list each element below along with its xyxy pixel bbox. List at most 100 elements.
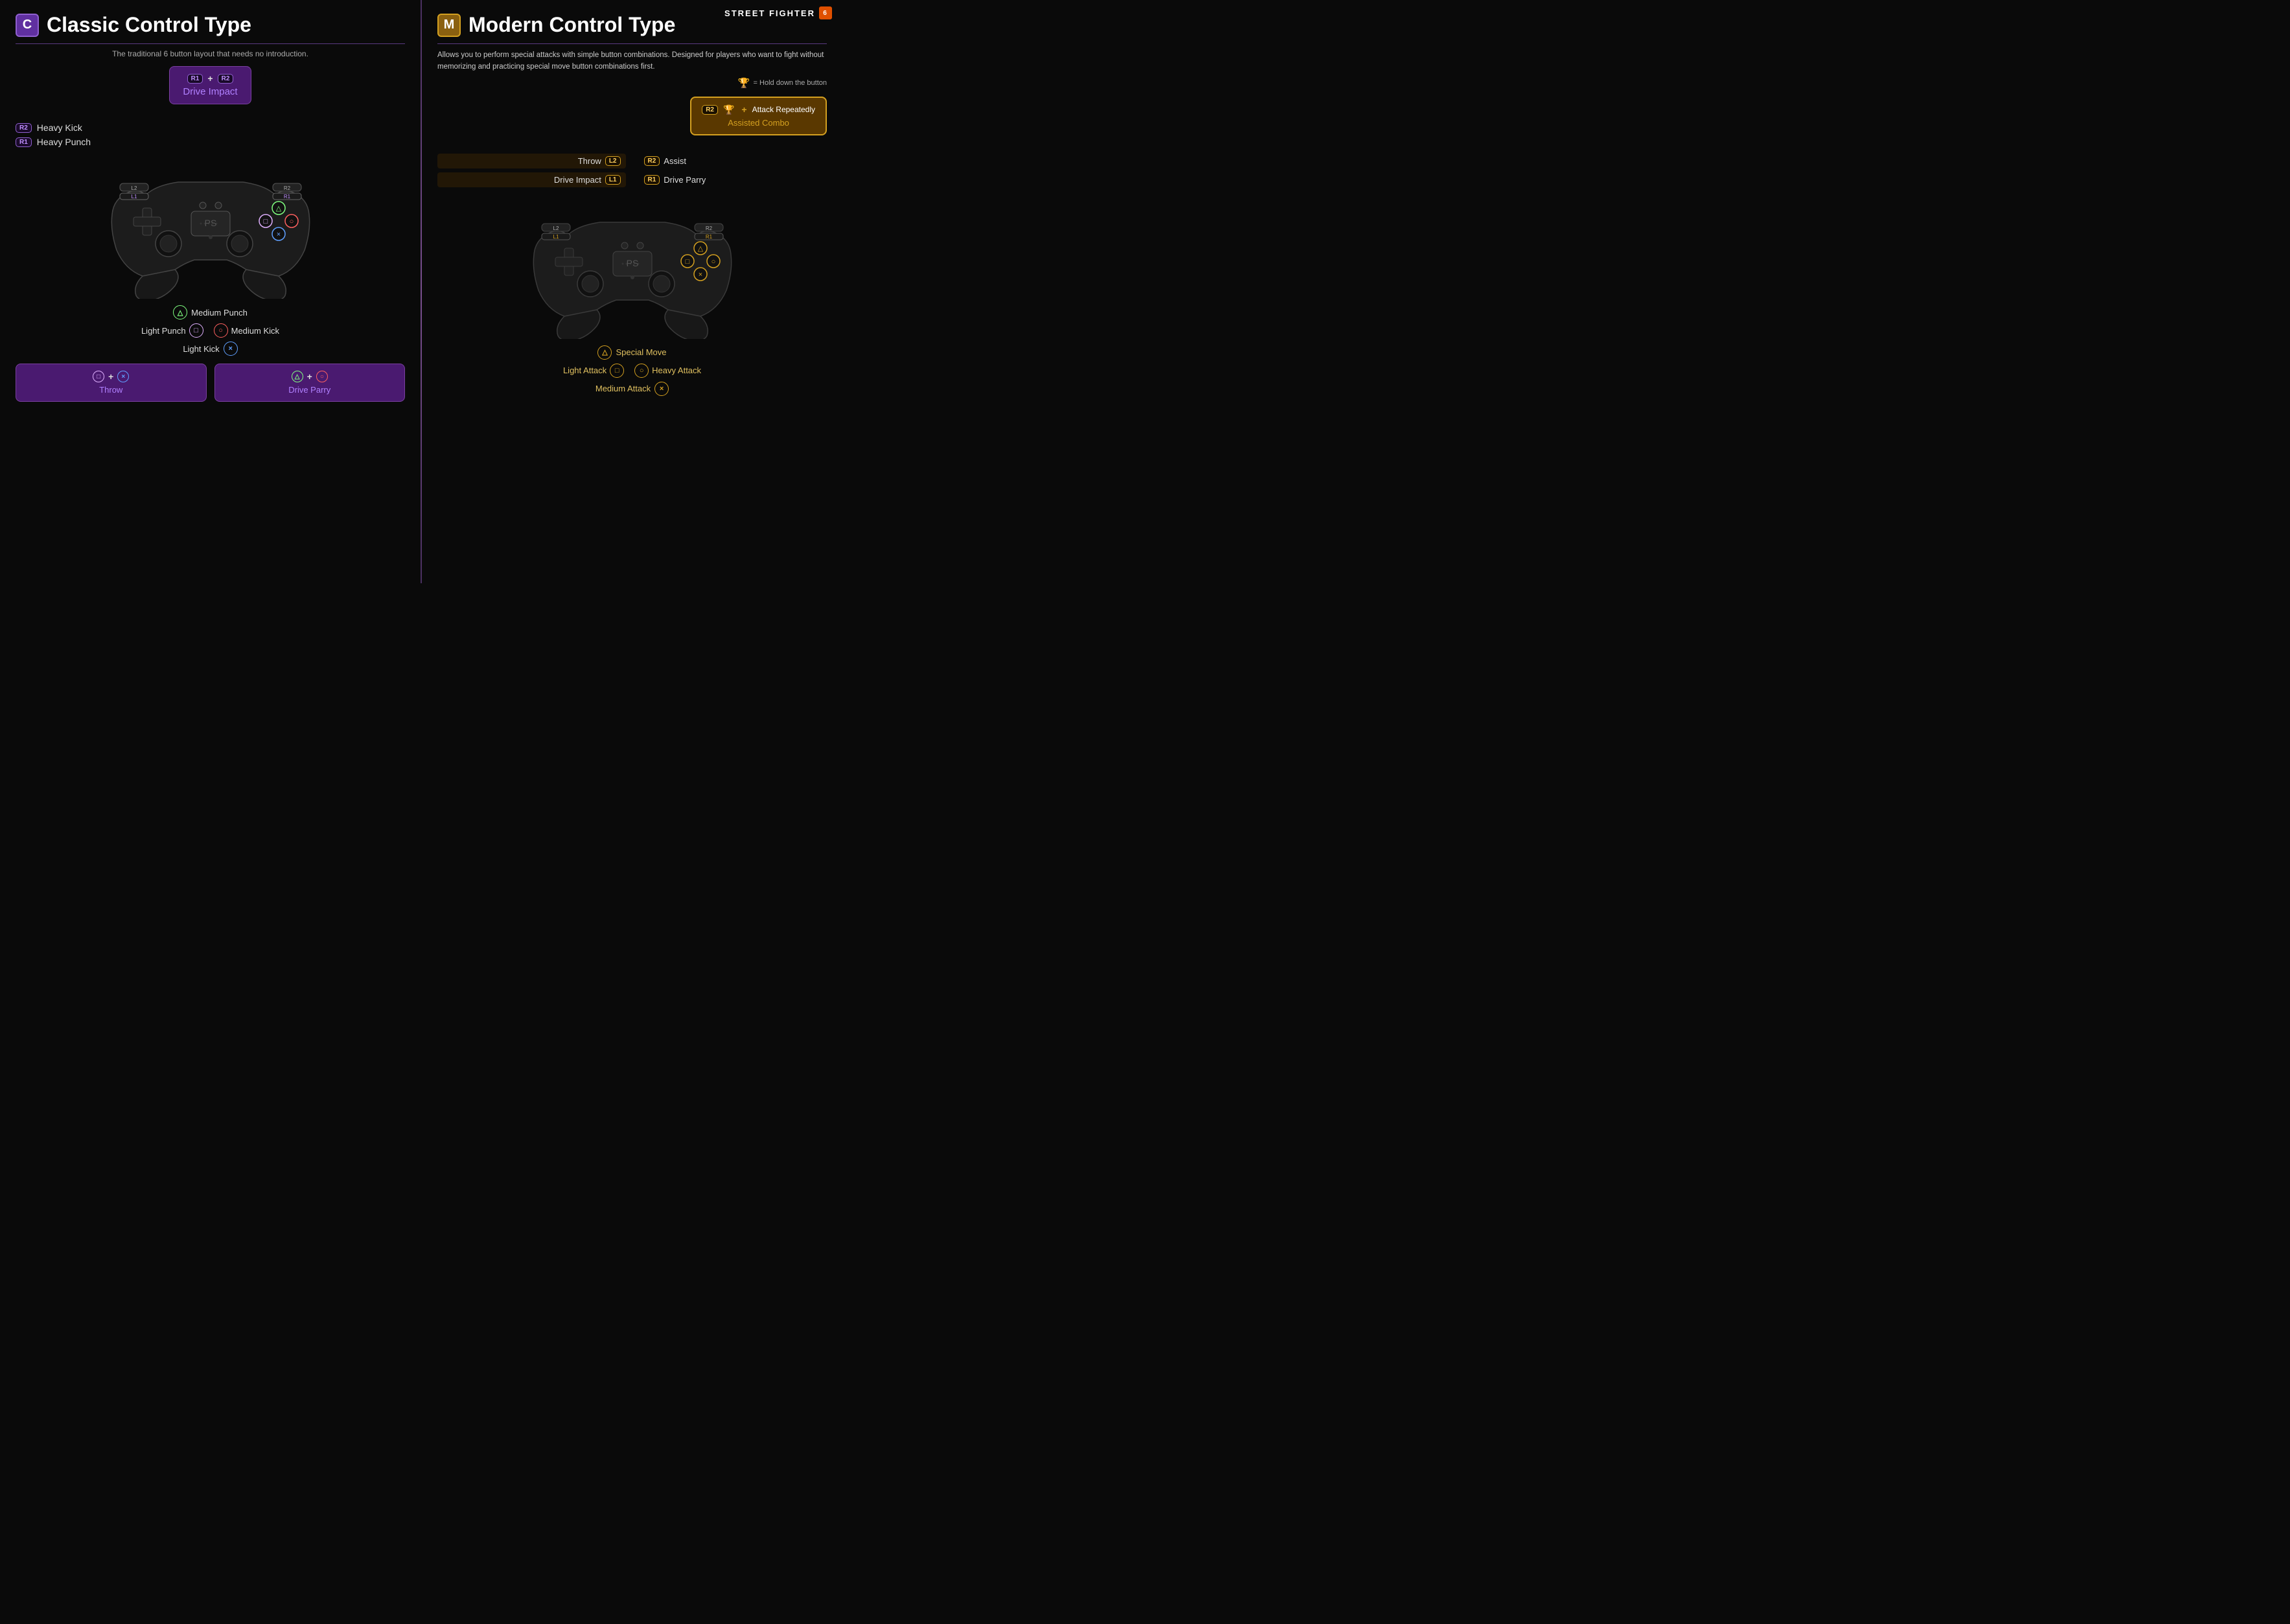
page-wrapper: STREET FIGHTER 6 C Classic Control Type …	[0, 0, 842, 583]
classic-subtitle: The traditional 6 button layout that nee…	[16, 49, 405, 58]
modern-panel: M Modern Control Type Allows you to perf…	[422, 0, 842, 583]
assisted-combo-box: R2 🏆 + Attack Repeatedly Assisted Combo	[690, 97, 827, 135]
modern-assist-label: Assist	[664, 156, 686, 166]
classic-controller-svg: PS △	[100, 156, 321, 299]
r2-badge: R2	[16, 123, 32, 133]
modern-medium-attack-label: Medium Attack	[596, 384, 651, 393]
svg-text:R1: R1	[283, 194, 290, 200]
classic-drive-parry-box: △ + ○ Drive Parry	[214, 364, 406, 402]
svg-text:○: ○	[289, 218, 294, 226]
classic-tri-symbol: △	[173, 305, 187, 319]
modern-assist-row: R2 Assist	[639, 154, 827, 168]
classic-circle-symbol: ○	[214, 323, 228, 338]
r1-badge: R1	[16, 137, 32, 147]
modern-subtitle: Allows you to perform special attacks wi…	[437, 49, 827, 73]
classic-panel: C Classic Control Type The traditional 6…	[0, 0, 421, 583]
classic-throw-square: □	[93, 371, 104, 382]
modern-cross-symbol: ×	[654, 382, 669, 396]
modern-controller-svg: PS △ □	[522, 196, 743, 339]
modern-drive-impact-label: Drive Impact	[554, 175, 601, 185]
classic-controller: PS △	[100, 156, 321, 299]
hold-icon: 🏆	[738, 77, 750, 89]
classic-mid-row: Light Punch □ ○ Medium Kick	[16, 323, 405, 338]
classic-drive-impact-label: Drive Impact	[183, 86, 237, 97]
svg-text:□: □	[685, 258, 689, 266]
classic-throw-box: □ + × Throw	[16, 364, 207, 402]
classic-throw-keys: □ + ×	[93, 371, 129, 382]
modern-drive-impact-row: Drive Impact L1	[437, 172, 626, 187]
modern-heavy-attack-item: ○ Heavy Attack	[634, 364, 701, 378]
r2-key: R2	[218, 74, 234, 84]
modern-square-symbol: □	[610, 364, 624, 378]
svg-text:△: △	[697, 245, 703, 253]
r1-gold-key: R1	[644, 175, 660, 185]
classic-controller-area: PS △	[16, 156, 405, 299]
modern-light-attack-label: Light Attack	[563, 365, 607, 375]
svg-text:×: ×	[698, 271, 702, 279]
classic-throw-label: Throw	[99, 385, 122, 395]
modern-tri-symbol: △	[597, 345, 612, 360]
classic-light-punch-label: Light Punch	[141, 326, 186, 336]
classic-drive-parry-label: Drive Parry	[288, 385, 330, 395]
classic-cross-symbol: ×	[224, 342, 238, 356]
modern-drive-parry-row: R1 Drive Parry	[639, 172, 827, 187]
classic-light-punch-item: Light Punch □	[141, 323, 203, 338]
classic-triangle-row: △ Medium Punch	[16, 305, 405, 319]
svg-text:○: ○	[711, 258, 715, 266]
modern-light-attack-item: Light Attack □	[563, 364, 624, 378]
svg-text:R2: R2	[283, 185, 290, 191]
classic-drive-parry-keys: △ + ○	[292, 371, 328, 382]
r2-gold-key2: R2	[644, 156, 660, 166]
sf-icon: 6	[819, 6, 832, 19]
modern-controller: PS △ □	[522, 196, 743, 339]
classic-badge: C	[16, 14, 39, 37]
modern-special-move-label: Special Move	[616, 347, 666, 357]
classic-medium-kick-item: ○ Medium Kick	[214, 323, 279, 338]
hold-trophy-icon: 🏆	[723, 104, 734, 115]
classic-drive-impact-box: R1 + R2 Drive Impact	[169, 66, 251, 104]
classic-dp-circle: ○	[316, 371, 328, 382]
svg-text:PS: PS	[204, 218, 216, 228]
classic-dp-tri: △	[292, 371, 303, 382]
svg-text:L1: L1	[553, 234, 559, 240]
modern-badge: M	[437, 14, 461, 37]
classic-square-symbol: □	[189, 323, 203, 338]
assisted-combo-keys: R2 🏆 + Attack Repeatedly	[702, 104, 815, 115]
modern-circle-symbol: ○	[634, 364, 649, 378]
svg-text:△: △	[275, 205, 281, 213]
heavy-punch-label: Heavy Punch	[37, 137, 91, 147]
classic-drive-impact-keys: R1 + R2	[187, 73, 234, 84]
r2-gold-key: R2	[702, 105, 718, 115]
modern-throw-row: Throw L2	[437, 154, 626, 168]
classic-header: C Classic Control Type	[16, 13, 405, 44]
hold-notice: 🏆 = Hold down the button	[437, 77, 827, 89]
r1-key: R1	[187, 74, 203, 84]
modern-title: Modern Control Type	[468, 13, 675, 37]
svg-text:×: ×	[276, 231, 280, 238]
svg-text:R1: R1	[705, 234, 712, 240]
modern-drive-parry-label: Drive Parry	[664, 175, 706, 185]
modern-triangle-row: △ Special Move	[437, 345, 827, 360]
svg-text:L2: L2	[131, 185, 137, 191]
classic-title: Classic Control Type	[47, 13, 251, 37]
attack-repeatedly-label: Attack Repeatedly	[752, 105, 815, 114]
l1-gold-key: L1	[605, 175, 621, 185]
hold-note-label: = Hold down the button	[754, 79, 827, 87]
classic-combo-boxes: □ + × Throw △ + ○ Drive Parry	[16, 364, 405, 402]
classic-light-kick-label: Light Kick	[183, 344, 219, 354]
classic-medium-kick-label: Medium Kick	[231, 326, 279, 336]
classic-btn-map: △ Medium Punch Light Punch □ ○ Medium Ki…	[16, 305, 405, 356]
modern-mid-row: Light Attack □ ○ Heavy Attack	[437, 364, 827, 378]
classic-medium-punch-label: Medium Punch	[191, 308, 248, 318]
classic-heavy-kick-row: R2 Heavy Kick	[16, 122, 405, 133]
modern-btn-map: △ Special Move Light Attack □ ○ Heavy At…	[437, 345, 827, 396]
assisted-combo-label: Assisted Combo	[728, 118, 789, 128]
svg-text:L1: L1	[131, 194, 137, 200]
brand-logo: STREET FIGHTER 6	[724, 6, 832, 19]
heavy-kick-label: Heavy Kick	[37, 122, 82, 133]
svg-text:L2: L2	[553, 226, 559, 231]
classic-heavy-punch-row: R1 Heavy Punch	[16, 137, 405, 147]
modern-controller-area: PS △ □	[437, 196, 827, 339]
svg-text:PS: PS	[626, 258, 638, 268]
brand-name: STREET FIGHTER	[724, 8, 815, 18]
